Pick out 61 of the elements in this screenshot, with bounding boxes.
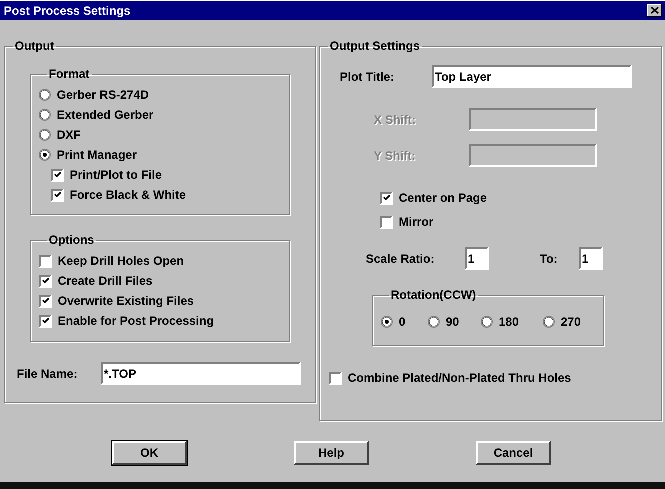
checkbox[interactable]	[39, 274, 52, 288]
radio-button[interactable]	[481, 316, 493, 328]
checkbox-label: Overwrite Existing Files	[58, 293, 194, 310]
input-field[interactable]: Top Layer	[432, 65, 632, 88]
check-icon	[42, 297, 50, 305]
checkbox-label: Keep Drill Holes Open	[58, 253, 184, 270]
checkbox[interactable]	[51, 188, 64, 202]
radio-label: Gerber RS-274D	[57, 87, 150, 104]
check-icon	[382, 194, 390, 202]
window-title: Post Process Settings	[4, 2, 131, 20]
radio-button[interactable]	[39, 109, 51, 121]
check-icon	[54, 191, 62, 199]
field-label: Scale Ratio:	[366, 250, 436, 268]
input-field[interactable]: 1	[579, 247, 603, 270]
checkbox-label: Enable for Post Processing	[58, 313, 214, 330]
radio-label: Print Manager	[57, 147, 138, 164]
check-icon	[54, 171, 62, 179]
field-label: X Shift:	[374, 112, 417, 128]
radio-button[interactable]	[543, 316, 555, 328]
radio-button[interactable]	[381, 316, 393, 328]
radio-button[interactable]	[39, 89, 51, 101]
checkbox[interactable]	[51, 168, 64, 182]
checkbox[interactable]	[329, 372, 342, 384]
checkbox-label: Combine Plated/Non-Plated Thru Holes	[348, 370, 572, 387]
checkbox-label: Create Drill Files	[58, 273, 153, 290]
radio-label: 180	[499, 314, 520, 331]
check-icon	[42, 277, 50, 285]
field-label: To:	[540, 250, 559, 268]
radio-button[interactable]	[39, 149, 51, 161]
radio-button[interactable]	[428, 316, 440, 328]
radio-label: DXF	[57, 127, 81, 144]
radio-label: 270	[561, 314, 582, 331]
dialog-button[interactable]: Help	[294, 441, 369, 465]
radio-label: 0	[399, 314, 406, 331]
field-label: File Name:	[17, 366, 79, 382]
group-title: Output Settings	[329, 38, 421, 55]
group-title: Format	[48, 66, 91, 83]
input-field[interactable]: *.TOP	[101, 362, 301, 385]
group-title: Output	[14, 38, 56, 55]
dialog-button[interactable]: Cancel	[476, 441, 551, 465]
checkbox[interactable]	[39, 254, 52, 268]
checkbox[interactable]	[39, 314, 52, 328]
close-icon	[650, 7, 658, 14]
group-title: Rotation(CCW)	[390, 287, 478, 304]
checkbox-label: Mirror	[399, 214, 434, 231]
group-title: Options	[48, 232, 96, 249]
close-button[interactable]	[647, 4, 662, 17]
field-label: Plot Title:	[340, 68, 396, 86]
check-icon	[42, 317, 50, 325]
radio-label: Extended Gerber	[57, 107, 154, 124]
checkbox[interactable]	[380, 192, 393, 204]
radio-label: 90	[446, 314, 460, 331]
dialog-button[interactable]: OK	[112, 441, 187, 465]
checkbox[interactable]	[39, 294, 52, 308]
checkbox-label: Center on Page	[399, 190, 488, 207]
checkbox[interactable]	[380, 216, 393, 228]
input-field[interactable]: 1	[465, 247, 489, 270]
checkbox-label: Print/Plot to File	[70, 167, 162, 184]
checkbox-label: Force Black & White	[70, 187, 186, 204]
field-label: Y Shift:	[374, 148, 417, 164]
radio-button[interactable]	[39, 129, 51, 141]
